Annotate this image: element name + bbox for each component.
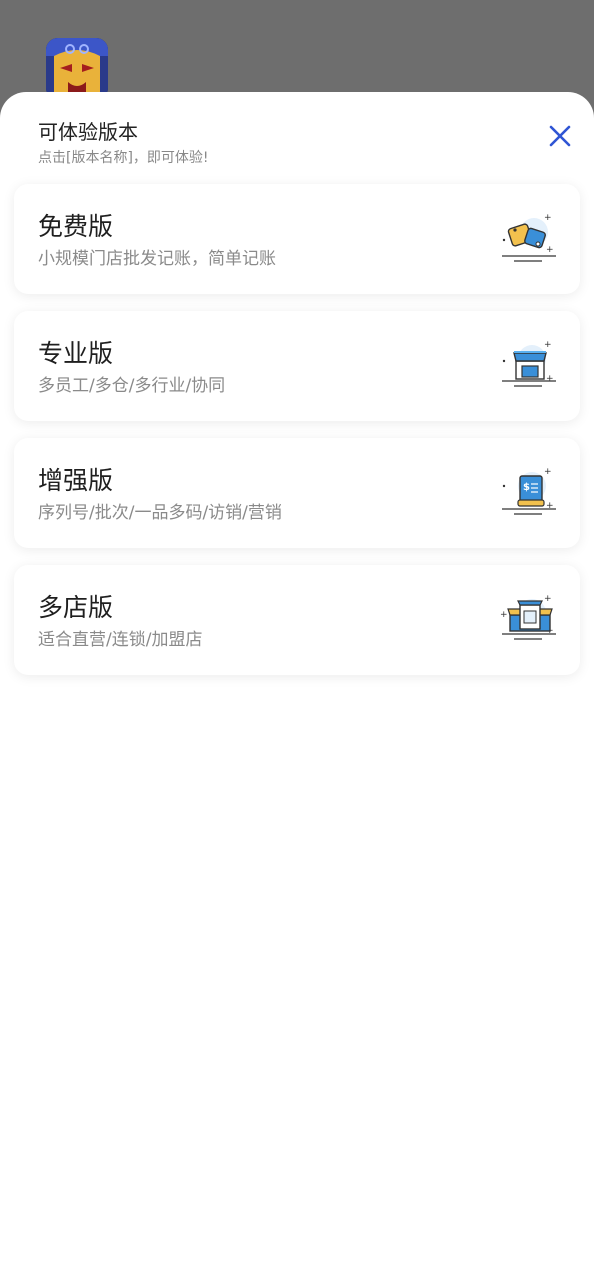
version-description: 适合直营/连锁/加盟店	[38, 630, 203, 650]
version-card-enhanced[interactable]: 增强版 序列号/批次/一品多码/访销/营销 + + $	[14, 438, 580, 548]
svg-text:+: +	[546, 374, 554, 384]
storefront-icon: + +	[500, 339, 560, 395]
svg-text:+: +	[544, 467, 552, 477]
version-name[interactable]: 多店版	[38, 591, 113, 625]
version-card-multistore[interactable]: 多店版 适合直营/连锁/加盟店 + + +	[14, 565, 580, 675]
sheet-title: 可体验版本	[38, 120, 138, 144]
version-description: 多员工/多仓/多行业/协同	[38, 376, 226, 396]
version-description: 序列号/批次/一品多码/访销/营销	[38, 503, 282, 523]
sheet-subtitle: 点击[版本名称]，即可体验!	[38, 150, 209, 166]
svg-text:+: +	[546, 245, 554, 255]
svg-text:+: +	[544, 340, 552, 350]
svg-text:$: $	[523, 482, 530, 493]
app-logo-icon	[46, 38, 108, 100]
svg-text:+: +	[500, 610, 508, 620]
close-button[interactable]	[540, 116, 580, 156]
version-description: 小规模门店批发记账，简单记账	[38, 249, 276, 269]
version-name[interactable]: 专业版	[38, 337, 113, 371]
sheet-header: 可体验版本 点击[版本名称]，即可体验!	[38, 118, 518, 168]
price-tags-icon: + +	[500, 212, 560, 268]
version-card-free[interactable]: 免费版 小规模门店批发记账，简单记账 + +	[14, 184, 580, 294]
version-picker-sheet: 可体验版本 点击[版本名称]，即可体验! 免费版 小规模门店批发记账，简单记账 …	[0, 92, 594, 1280]
version-name[interactable]: 增强版	[38, 464, 113, 498]
version-name[interactable]: 免费版	[38, 210, 113, 244]
version-card-pro[interactable]: 专业版 多员工/多仓/多行业/协同 + +	[14, 311, 580, 421]
chain-stores-icon: + + +	[500, 593, 560, 649]
ledger-book-icon: + + $	[500, 466, 560, 522]
svg-text:+: +	[544, 213, 552, 223]
svg-text:+: +	[544, 594, 552, 604]
close-icon	[549, 125, 571, 147]
